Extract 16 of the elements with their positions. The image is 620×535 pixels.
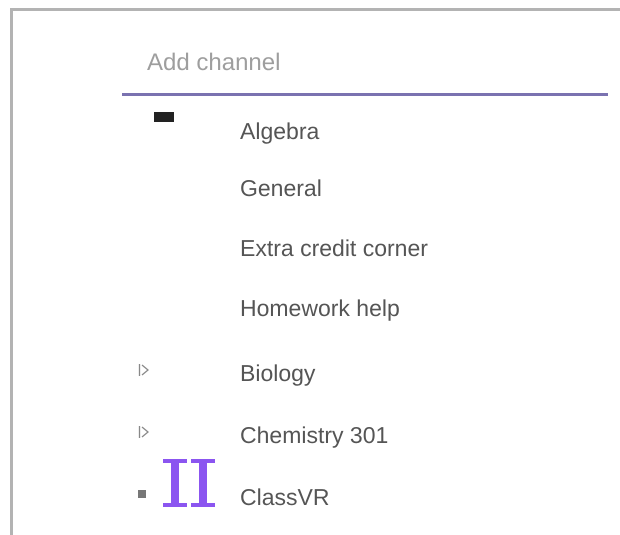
channel-label[interactable]: Algebra [240, 118, 320, 144]
add-channel-field[interactable]: Add channel [122, 37, 608, 96]
app-logo-icon [163, 459, 217, 507]
bullet-icon [138, 490, 146, 498]
expand-arrow-icon [138, 363, 149, 377]
channel-label[interactable]: Homework help [240, 294, 400, 322]
tree-toggle[interactable] [154, 112, 174, 122]
channel-label[interactable]: Biology [240, 360, 316, 386]
expand-arrow-icon [138, 425, 149, 439]
tree-toggle[interactable] [138, 363, 149, 377]
collapse-icon [154, 112, 174, 122]
channel-label[interactable]: Extra credit corner [240, 234, 428, 262]
channel-label[interactable]: Chemistry 301 [240, 422, 388, 448]
tree-toggle[interactable] [138, 425, 149, 439]
channel-label[interactable]: General [240, 174, 322, 202]
channel-label[interactable]: ClassVR [240, 484, 330, 510]
